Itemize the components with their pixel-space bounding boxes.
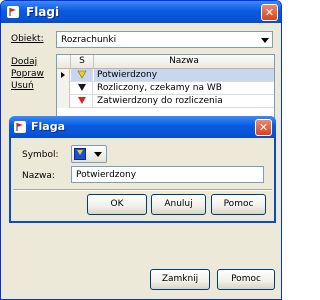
table-row[interactable]: Rozliczony, czekamy na WB <box>57 82 274 95</box>
flag-symbol-icon <box>74 148 86 160</box>
object-label-text: Obiekt: <box>11 34 44 44</box>
grid-header-indicator <box>57 55 71 68</box>
main-title: Flagi <box>26 5 60 19</box>
flag-app-icon <box>7 6 19 18</box>
flag-black-icon <box>71 82 93 94</box>
table-row[interactable]: Potwierdzony <box>57 69 274 82</box>
row-name: Rozliczony, czekamy na WB <box>97 83 222 93</box>
delete-link[interactable]: Usuń <box>11 81 34 91</box>
main-help-button[interactable]: Pomoc <box>217 269 275 290</box>
flag-app-icon <box>14 121 26 133</box>
main-titlebar[interactable]: Flagi ✕ <box>1 1 281 23</box>
flaga-dialog: Flaga ✕ Symbol: Nazwa: Potwierdzony OK A… <box>9 116 276 223</box>
name-label: Nazwa: <box>22 171 55 181</box>
grid-header-name[interactable]: Nazwa <box>94 55 274 68</box>
dialog-help-button[interactable]: Pomoc <box>211 194 266 215</box>
object-label: Obiekt: <box>11 34 44 44</box>
cancel-button[interactable]: Anuluj <box>151 194 206 215</box>
dialog-title: Flaga <box>31 120 66 133</box>
row-name: Potwierdzony <box>94 69 274 81</box>
main-close-button[interactable]: ✕ <box>261 4 278 21</box>
edit-link[interactable]: Popraw <box>11 69 44 79</box>
row-pointer-icon <box>57 69 70 82</box>
row-name: Zatwierdzony do rozliczenia <box>97 96 223 106</box>
chevron-down-icon[interactable] <box>261 38 269 43</box>
chevron-down-icon[interactable] <box>94 152 102 157</box>
add-link[interactable]: Dodaj <box>11 57 37 67</box>
dialog-close-button[interactable]: ✕ <box>255 119 272 136</box>
symbol-picker[interactable] <box>71 145 107 163</box>
flag-yellow-icon <box>71 69 93 81</box>
table-row[interactable]: Zatwierdzony do rozliczenia <box>57 95 274 108</box>
row-indicator <box>57 95 70 108</box>
dialog-titlebar[interactable]: Flaga ✕ <box>9 116 276 138</box>
object-select[interactable]: Rozrachunki <box>56 31 273 48</box>
name-field[interactable]: Potwierdzony <box>71 166 264 183</box>
grid-header-symbol[interactable]: S <box>71 55 94 68</box>
row-indicator <box>57 82 70 95</box>
object-select-value: Rozrachunki <box>61 35 117 45</box>
close-button[interactable]: Zamknij <box>150 269 210 290</box>
ok-button[interactable]: OK <box>87 194 147 215</box>
grid-header: S Nazwa <box>57 55 274 69</box>
symbol-label: Symbol: <box>22 150 59 160</box>
separator <box>13 189 272 191</box>
flag-red-icon <box>71 95 93 107</box>
